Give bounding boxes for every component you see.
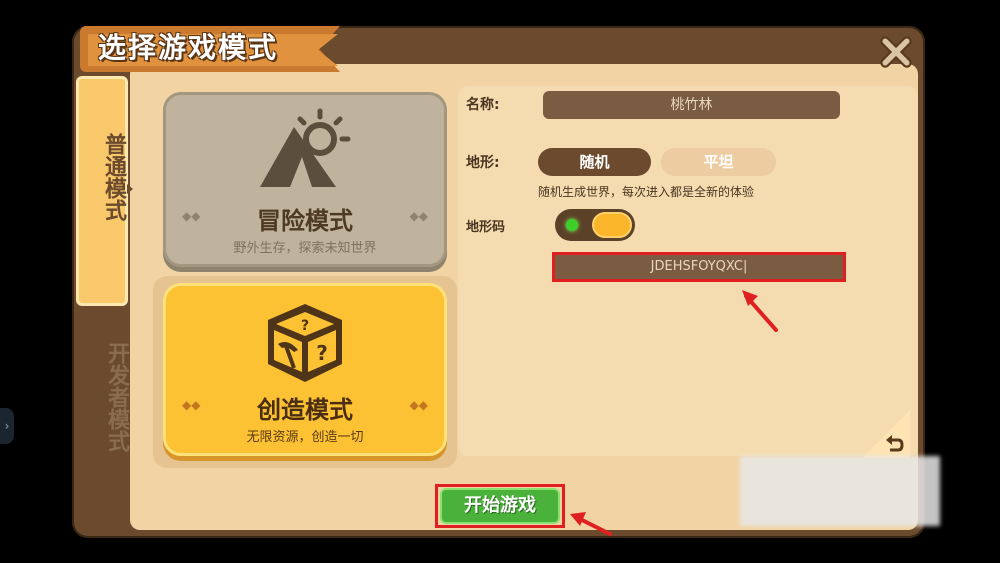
name-label: 名称:	[466, 97, 500, 113]
start-game-button[interactable]: 开始游戏	[440, 488, 560, 524]
toggle-on-indicator	[566, 219, 578, 231]
decor-diamonds-right: ◆◆	[409, 398, 428, 412]
tab-developer-mode[interactable]: 开发者模式	[76, 310, 129, 530]
tab-normal-mode[interactable]: 普通模式	[76, 76, 128, 306]
blurred-watermark	[740, 456, 940, 526]
close-icon	[880, 36, 912, 68]
annotation-arrow-seed	[742, 290, 778, 332]
dialog-title: 选择游戏模式	[98, 31, 279, 64]
seed-label: 地形码	[466, 220, 506, 235]
terrain-label: 地形:	[466, 155, 500, 171]
tab-developer-mode-label: 开发者模式	[104, 342, 129, 452]
svg-text:?: ?	[301, 318, 309, 334]
terrain-flat-button[interactable]: 平坦	[661, 148, 776, 176]
undo-icon	[886, 435, 904, 452]
toggle-knob[interactable]	[592, 212, 632, 238]
tab-pointer	[127, 184, 133, 194]
side-expand-handle[interactable]: ›	[0, 408, 14, 444]
creative-mode-card[interactable]: ? ? ◆◆ 创造模式 ◆◆ 无限资源，创造一切	[163, 283, 447, 456]
seed-input[interactable]: JDEHSFOYQXC|	[552, 252, 846, 282]
terrain-description: 随机生成世界，每次进入都是全新的体验	[538, 185, 755, 199]
adventure-mode-title: 冒险模式	[257, 207, 353, 235]
tent-sun-icon	[260, 108, 351, 187]
question-box-pickaxe-icon: ? ?	[268, 304, 342, 382]
terrain-random-button[interactable]: 随机	[538, 148, 651, 176]
decor-diamonds-right: ◆◆	[409, 209, 428, 223]
world-name-input[interactable]: 桃竹林	[543, 91, 840, 119]
annotation-arrow-start	[570, 512, 612, 536]
close-button[interactable]	[876, 32, 916, 72]
creative-mode-title: 创造模式	[257, 396, 353, 424]
adventure-mode-subtitle: 野外生存，探索未知世界	[233, 241, 377, 256]
adventure-mode-card[interactable]: ◆◆ 冒险模式 ◆◆ 野外生存，探索未知世界	[163, 92, 447, 267]
creative-mode-subtitle: 无限资源，创造一切	[246, 430, 364, 445]
tab-normal-mode-label: 普通模式	[101, 133, 126, 221]
svg-text:?: ?	[316, 341, 328, 365]
